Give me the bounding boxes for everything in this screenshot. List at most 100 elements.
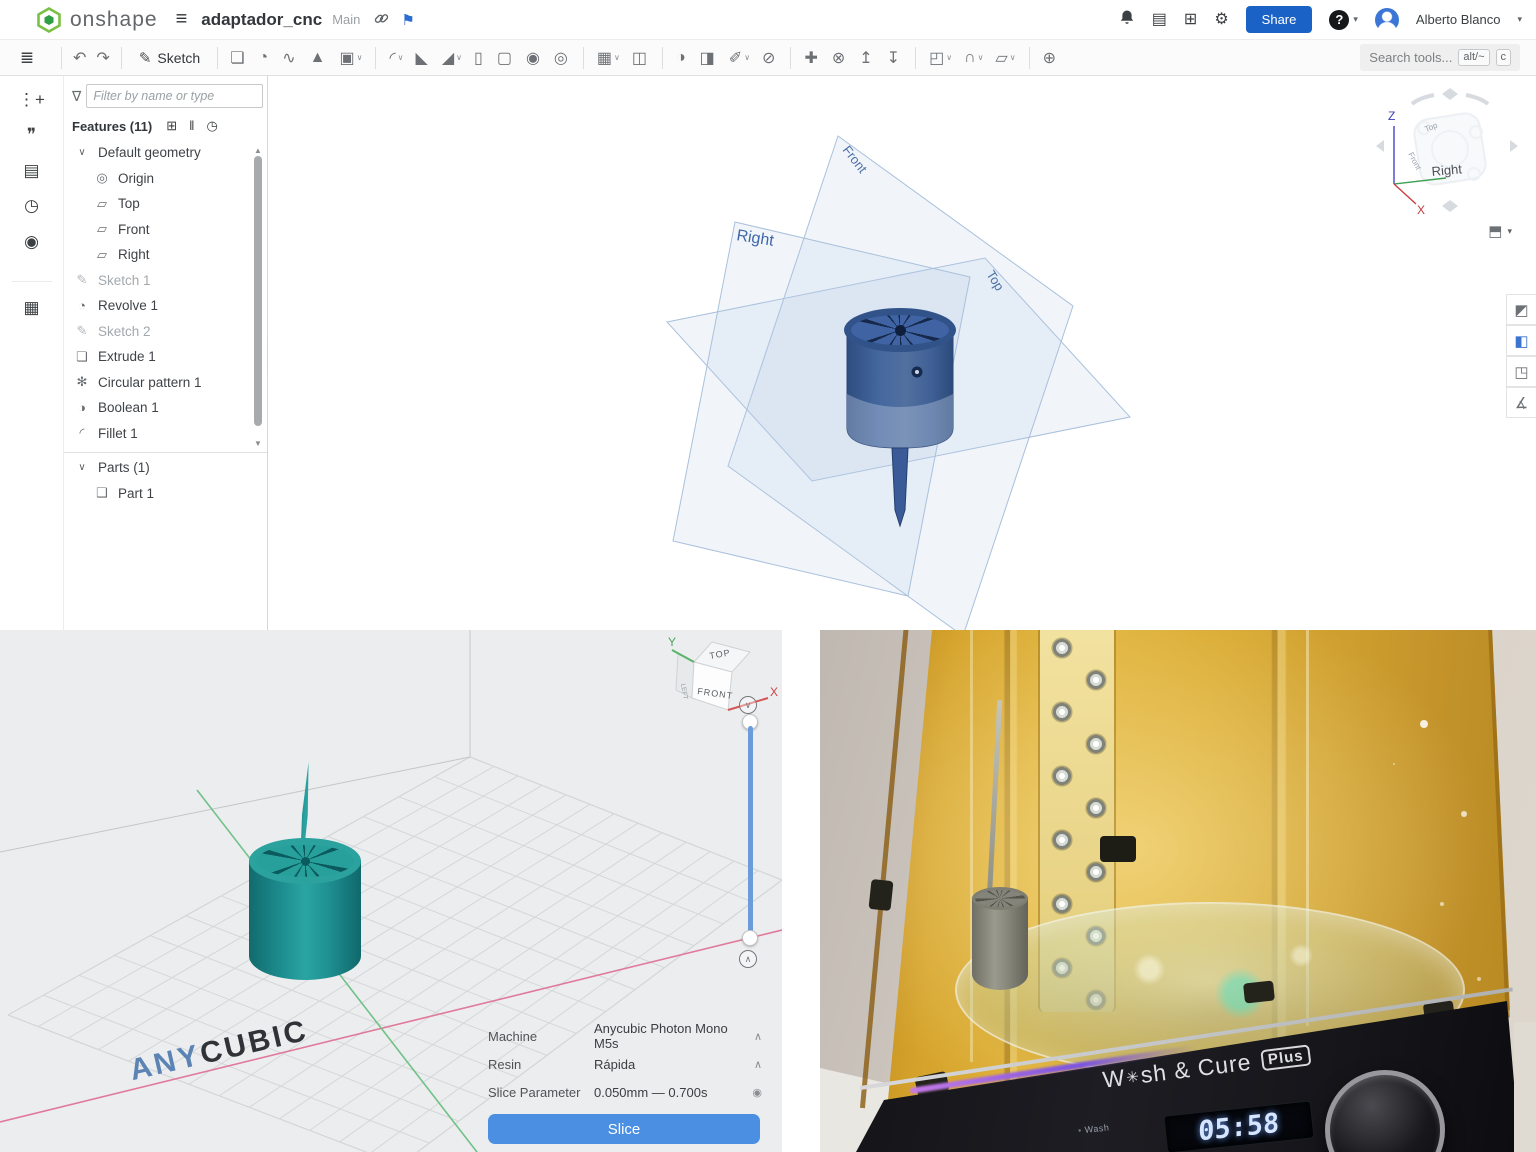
- feature-sketch-2[interactable]: ✎ Sketch 2: [64, 319, 253, 345]
- setting-control-icon[interactable]: ∧: [754, 1058, 762, 1071]
- toolbar-divider[interactable]: [583, 47, 584, 69]
- plane-icon[interactable]: ◰∨: [924, 45, 957, 71]
- machine-setting-row[interactable]: Machine Anycubic Photon Mono M5s ∧: [488, 1022, 762, 1050]
- fillet-icon[interactable]: ◜∨: [384, 45, 408, 71]
- feature-default-geometry[interactable]: ∨ Default geometry: [64, 140, 253, 166]
- hole-icon[interactable]: ◉: [521, 45, 547, 71]
- redo-button[interactable]: ↷: [96, 48, 109, 68]
- layer-range-top-button[interactable]: ∨: [739, 696, 757, 714]
- revolve-icon[interactable]: ◔: [254, 46, 276, 70]
- document-title[interactable]: adaptador_cnc: [201, 10, 322, 30]
- chamfer-icon[interactable]: ◣: [411, 45, 435, 71]
- thicken-icon[interactable]: ▣∨: [334, 45, 367, 71]
- box-select-icon[interactable]: ⊕: [1038, 45, 1063, 71]
- mirror-icon[interactable]: ◫: [627, 45, 654, 71]
- copy-link-icon[interactable]: [374, 11, 389, 29]
- rollback-icon[interactable]: ‖: [189, 118, 194, 134]
- workspace-branch-label[interactable]: Main: [332, 12, 360, 27]
- feature-top-plane[interactable]: ▱ Top: [64, 191, 253, 217]
- slicer-view-cube[interactable]: TOP LEFT FRONT Y X: [668, 632, 782, 737]
- toolbar-divider[interactable]: [790, 47, 791, 69]
- sketch-button[interactable]: ✎ Sketch: [129, 45, 210, 71]
- help-menu[interactable]: ? ▾: [1329, 10, 1358, 30]
- comment-icon[interactable]: ❞: [27, 125, 36, 145]
- new-folder-icon[interactable]: ⊞: [166, 118, 177, 134]
- toolbar-divider[interactable]: [1029, 47, 1030, 69]
- search-tools-field[interactable]: Search tools... alt/~ c: [1360, 44, 1520, 71]
- view-options-button[interactable]: ⬒ ▾: [1488, 222, 1512, 240]
- named-views-icon[interactable]: ◳: [1506, 356, 1536, 387]
- history-icon[interactable]: ◷: [24, 196, 39, 216]
- scrollbar-thumb[interactable]: [254, 156, 262, 426]
- move-face-icon[interactable]: ✚: [799, 45, 824, 71]
- view-cube[interactable]: Top Front Right Z X: [1372, 88, 1522, 238]
- scroll-down-icon[interactable]: ▼: [253, 439, 263, 448]
- layer-range-bottom-button[interactable]: ∧: [739, 950, 757, 968]
- part-top-face[interactable]: [844, 308, 956, 352]
- user-avatar[interactable]: [1375, 8, 1399, 32]
- toolbar-divider[interactable]: [662, 47, 663, 69]
- setting-value[interactable]: Rápida: [594, 1057, 754, 1072]
- feature-fillet-1[interactable]: ◜ Fillet 1: [64, 421, 253, 447]
- app-store-icon[interactable]: ⊞: [1184, 12, 1197, 28]
- help-icon[interactable]: ?: [1329, 10, 1349, 30]
- feature-extrude-1[interactable]: ❏ Extrude 1: [64, 344, 253, 370]
- sweep-icon[interactable]: ∿: [277, 45, 302, 71]
- setting-control-icon[interactable]: ◉: [752, 1086, 762, 1099]
- feature-revolve-1[interactable]: ◔ Revolve 1: [64, 293, 253, 319]
- replace-face-icon[interactable]: ⊗: [827, 45, 852, 71]
- split-icon[interactable]: ◨: [695, 45, 722, 71]
- layer-slider-track[interactable]: [748, 726, 753, 936]
- feature-sketch-1[interactable]: ✎ Sketch 1: [64, 268, 253, 294]
- slice-parameter-row[interactable]: Slice Parameter 0.050mm — 0.700s ◉: [488, 1078, 762, 1106]
- measure-icon[interactable]: ∡: [1506, 387, 1536, 418]
- toolbar-divider[interactable]: [375, 47, 376, 69]
- setting-control-icon[interactable]: ∧: [754, 1030, 762, 1043]
- properties-icon[interactable]: ▦: [12, 281, 52, 318]
- feature-right-plane[interactable]: ▱ Right: [64, 242, 253, 268]
- rib-icon[interactable]: ▯: [469, 45, 490, 71]
- user-menu-caret-icon[interactable]: ▾: [1517, 14, 1522, 25]
- share-button[interactable]: Share: [1246, 6, 1313, 33]
- filter-funnel-icon[interactable]: ∇: [72, 88, 81, 105]
- extrude-icon[interactable]: ❏: [225, 45, 251, 71]
- ai-advisor-icon[interactable]: ⚙: [1214, 12, 1228, 28]
- sliced-part-top-face[interactable]: [249, 838, 361, 884]
- scroll-up-icon[interactable]: ▲: [253, 146, 263, 155]
- linear-pattern-icon[interactable]: ▦∨: [592, 45, 625, 71]
- delete-face-icon[interactable]: ⊘: [757, 45, 782, 71]
- slice-button[interactable]: Slice: [488, 1114, 760, 1144]
- boolean-icon[interactable]: ◑: [671, 46, 693, 70]
- part-1-item[interactable]: ❑ Part 1: [64, 481, 267, 507]
- history-clock-icon[interactable]: ◷: [206, 118, 217, 134]
- setting-value[interactable]: 0.050mm — 0.700s: [594, 1085, 752, 1100]
- resin-setting-row[interactable]: Resin Rápida ∧: [488, 1050, 762, 1078]
- draft-icon[interactable]: ◢∨: [437, 45, 467, 71]
- document-menu-icon[interactable]: ≡: [176, 8, 188, 31]
- viewcube-right-label[interactable]: Right: [1431, 161, 1463, 179]
- export-icon[interactable]: ↥: [854, 45, 879, 71]
- learning-icon[interactable]: ◉: [24, 232, 39, 252]
- user-name[interactable]: Alberto Blanco: [1416, 12, 1501, 27]
- model-viewport[interactable]: Front Right Top: [268, 76, 1536, 630]
- appearance-panel-icon[interactable]: ◩: [1506, 294, 1536, 325]
- notes-icon[interactable]: ▤: [23, 161, 39, 181]
- undo-button[interactable]: ↶: [73, 48, 86, 68]
- layer-slider-bottom-handle[interactable]: [742, 930, 758, 946]
- feature-scrollbar[interactable]: ▲ ▼: [253, 146, 263, 448]
- feature-list-toggle-icon[interactable]: ≣: [0, 48, 54, 68]
- modify-fillet-icon[interactable]: ✐∨: [724, 45, 755, 71]
- feature-circular-pattern-1[interactable]: ✻ Circular pattern 1: [64, 370, 253, 396]
- education-flag-icon[interactable]: ⚑: [401, 11, 414, 29]
- curve-icon[interactable]: ∩∨: [959, 46, 988, 70]
- feature-boolean-1[interactable]: ◑ Boolean 1: [64, 395, 253, 421]
- boss-icon[interactable]: ◎: [549, 45, 575, 71]
- filter-input[interactable]: [86, 84, 263, 108]
- shell-icon[interactable]: ▢: [492, 45, 519, 71]
- import-icon[interactable]: ↧: [882, 45, 907, 71]
- feature-origin[interactable]: ◎ Origin: [64, 166, 253, 192]
- release-notes-icon[interactable]: ▤: [1152, 12, 1167, 28]
- notifications-bell-icon[interactable]: [1119, 9, 1135, 30]
- parts-section-header[interactable]: ∨ Parts (1): [64, 455, 267, 481]
- toolbar-divider[interactable]: [915, 47, 916, 69]
